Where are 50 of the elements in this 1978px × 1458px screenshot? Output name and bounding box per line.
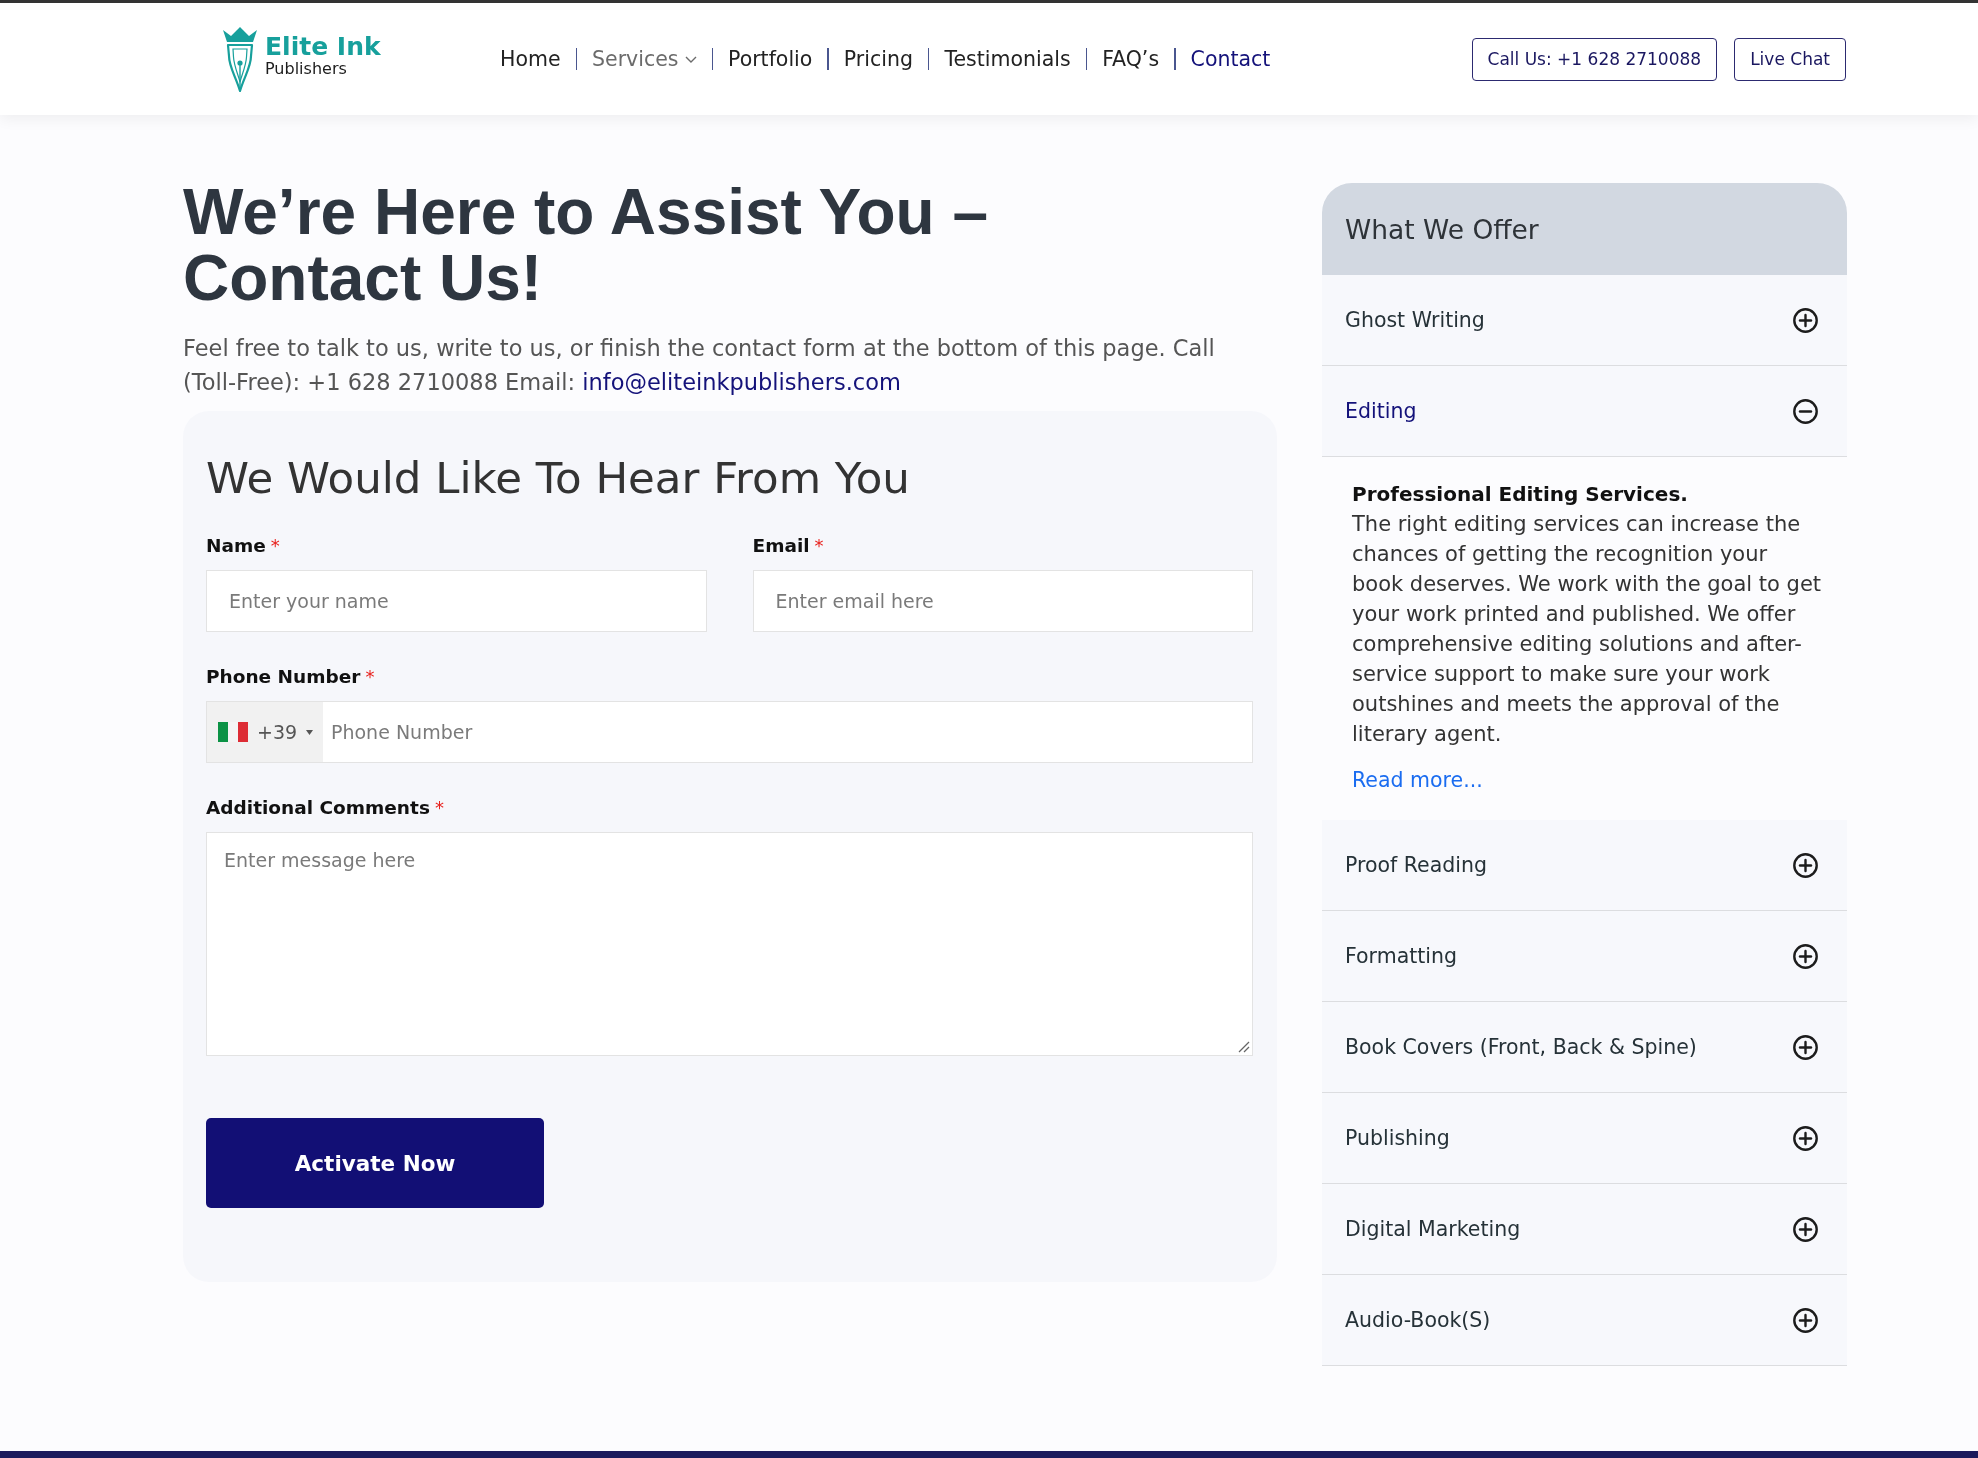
page-heading: We’re Here to Assist You – Contact Us! [183,179,990,311]
submit-button[interactable]: Activate Now [206,1118,544,1208]
service-description: The right editing services can increase the chances of getting the recognition your book deserves. We work with the goal to get your work printed and published. We offer comprehensive editing solutions and after-service support to make sure your work outshines and meets the approval of the literary agent. [1352,511,1822,748]
required-mark: * [270,534,280,558]
text-input[interactable]: Enter email here [752,570,1253,632]
plus-circle-icon [1793,1216,1818,1242]
accordion-item[interactable]: Publishing [1322,1093,1847,1184]
form-title: We Would Like To Hear From You [206,452,911,505]
required-mark: * [365,665,375,689]
plus-circle-icon [1793,1125,1818,1151]
accordion-item[interactable]: Audio-Book(S) [1322,1275,1847,1366]
accordion-item[interactable]: Digital Marketing [1322,1184,1847,1275]
accordion-item[interactable]: Ghost Writing [1322,275,1847,366]
nav-link[interactable]: Home [500,47,561,71]
plus-circle-icon [1793,852,1818,878]
accordion-item[interactable]: Editing [1322,366,1847,457]
crown-pen-nib-icon [220,26,260,92]
minus-circle-icon [1793,398,1818,424]
live-chat-button[interactable]: Live Chat [1734,37,1846,81]
nav-link[interactable]: Services [592,47,697,71]
accordion-item[interactable]: Formatting [1322,911,1847,1002]
text-input[interactable]: Enter your name [206,570,707,632]
read-more-link[interactable]: Read more... [1352,765,1483,795]
required-mark: * [814,534,824,558]
logo-text: Elite Ink [265,33,381,59]
resize-grip-icon[interactable] [1238,1041,1250,1053]
field-label: Name [206,534,266,558]
panel-title: What We Offer [1322,183,1847,275]
service-heading: Professional Editing Services. [1352,481,1688,508]
plus-circle-icon [1793,1034,1818,1060]
field-label: Additional Comments [206,796,430,820]
plus-circle-icon [1793,1307,1818,1333]
field-label: Email [752,534,810,558]
intro-text: Feel free to talk to us, write to us, or finish the contact form at the bottom of this page. Call (Toll-Free): +1 628 2710088 Email: info@eliteinkpublishers.com [183,334,1216,397]
nav-link[interactable]: Pricing [843,47,913,71]
chevron-down-icon [684,55,697,63]
nav-link[interactable]: Portfolio [728,47,813,71]
call-button[interactable]: Call Us: +1 628 2710088 [1471,37,1718,81]
plus-circle-icon [1793,943,1818,969]
logo-tagline: Publishers [265,60,348,77]
plus-circle-icon [1793,307,1818,333]
message-field[interactable]: Enter message here [206,832,1253,1056]
field-label: Phone Number [206,665,361,689]
accordion-item[interactable]: Book Covers (Front, Back & Spine) [1322,1002,1847,1093]
nav-link[interactable]: Testimonials [944,47,1071,71]
email-link[interactable]: info@eliteinkpublishers.com [582,369,901,395]
accordion-item[interactable]: Proof Reading [1322,820,1847,911]
nav-link[interactable]: Contact [1190,47,1271,71]
required-mark: * [434,796,444,820]
nav-link[interactable]: FAQ’s [1102,47,1160,71]
